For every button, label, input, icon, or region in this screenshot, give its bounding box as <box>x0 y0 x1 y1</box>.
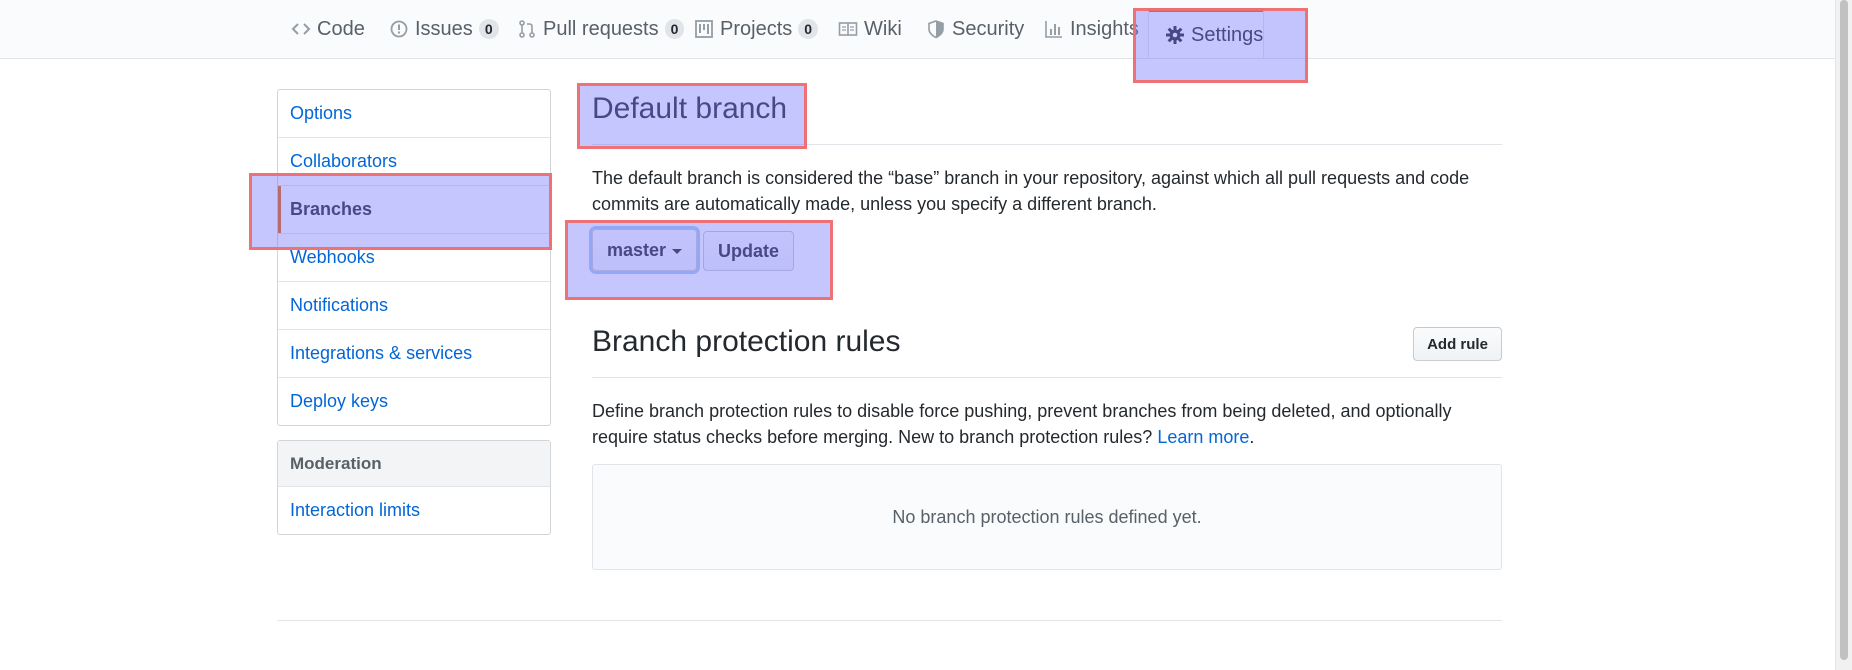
pull-request-icon <box>517 19 537 39</box>
learn-more-link[interactable]: Learn more <box>1157 427 1249 447</box>
tab-settings[interactable]: Settings <box>1148 8 1264 58</box>
page-scrollbar[interactable] <box>1835 0 1852 670</box>
sidebar-item-branches[interactable]: Branches <box>278 186 550 234</box>
code-icon <box>291 19 311 39</box>
tab-label: Wiki <box>864 17 902 40</box>
tab-label: Issues <box>415 17 473 40</box>
add-rule-button[interactable]: Add rule <box>1413 327 1502 361</box>
protection-title: Branch protection rules <box>592 325 901 358</box>
tab-label: Insights <box>1070 17 1139 40</box>
update-button[interactable]: Update <box>703 231 794 271</box>
moderation-heading: Moderation <box>278 441 550 487</box>
projects-counter: 0 <box>798 19 819 39</box>
footer-divider <box>277 620 1502 621</box>
empty-rules-message: No branch protection rules defined yet. <box>892 506 1202 527</box>
gear-icon <box>1165 25 1185 45</box>
tab-label: Security <box>952 17 1025 40</box>
pull-requests-counter: 0 <box>664 19 685 39</box>
tab-security[interactable]: Security <box>926 0 1024 58</box>
tab-insights[interactable]: Insights <box>1044 0 1139 58</box>
selected-branch: master <box>606 239 667 260</box>
moderation-menu: Moderation Interaction limits <box>277 440 551 535</box>
issues-counter: 0 <box>478 19 499 39</box>
empty-rules-box: No branch protection rules defined yet. <box>592 464 1502 570</box>
tab-wiki[interactable]: Wiki <box>838 0 902 58</box>
tab-label: Projects <box>720 17 793 40</box>
scrollbar-thumb[interactable] <box>1840 0 1848 660</box>
graph-icon <box>1044 19 1064 39</box>
branch-select-button[interactable]: master <box>592 229 697 271</box>
tab-label: Pull requests <box>543 17 659 40</box>
issue-icon <box>389 19 409 39</box>
sidebar-item-interaction-limits[interactable]: Interaction limits <box>278 487 550 534</box>
settings-menu: Options Collaborators Branches Webhooks … <box>277 89 551 426</box>
description-period: . <box>1249 427 1255 447</box>
protection-description: Define branch protection rules to disabl… <box>592 398 1502 450</box>
shield-icon <box>926 19 946 39</box>
protection-description-text: Define branch protection rules to disabl… <box>592 401 1452 447</box>
book-icon <box>838 19 858 39</box>
project-icon <box>694 19 714 39</box>
sidebar-item-integrations[interactable]: Integrations & services <box>278 330 550 378</box>
caret-down-icon <box>672 249 683 254</box>
tab-label: Settings <box>1191 23 1264 46</box>
sidebar-item-collaborators[interactable]: Collaborators <box>278 138 550 186</box>
sidebar-item-notifications[interactable]: Notifications <box>278 282 550 330</box>
section-divider <box>592 144 1502 145</box>
default-branch-description: The default branch is considered the “ba… <box>592 168 1470 214</box>
section-divider <box>592 377 1502 378</box>
sidebar-item-deploy-keys[interactable]: Deploy keys <box>278 378 550 425</box>
repo-nav: Code Issues 0 Pull requests 0 Projects 0… <box>0 0 1836 59</box>
default-branch-title: Default branch <box>592 92 788 125</box>
tab-issues[interactable]: Issues 0 <box>389 0 499 58</box>
sidebar-item-options[interactable]: Options <box>278 90 550 138</box>
tab-pull-requests[interactable]: Pull requests 0 <box>517 0 685 58</box>
tab-projects[interactable]: Projects 0 <box>694 0 819 58</box>
tab-label: Code <box>317 17 365 40</box>
tab-code[interactable]: Code <box>291 0 365 58</box>
sidebar-item-webhooks[interactable]: Webhooks <box>278 234 550 282</box>
